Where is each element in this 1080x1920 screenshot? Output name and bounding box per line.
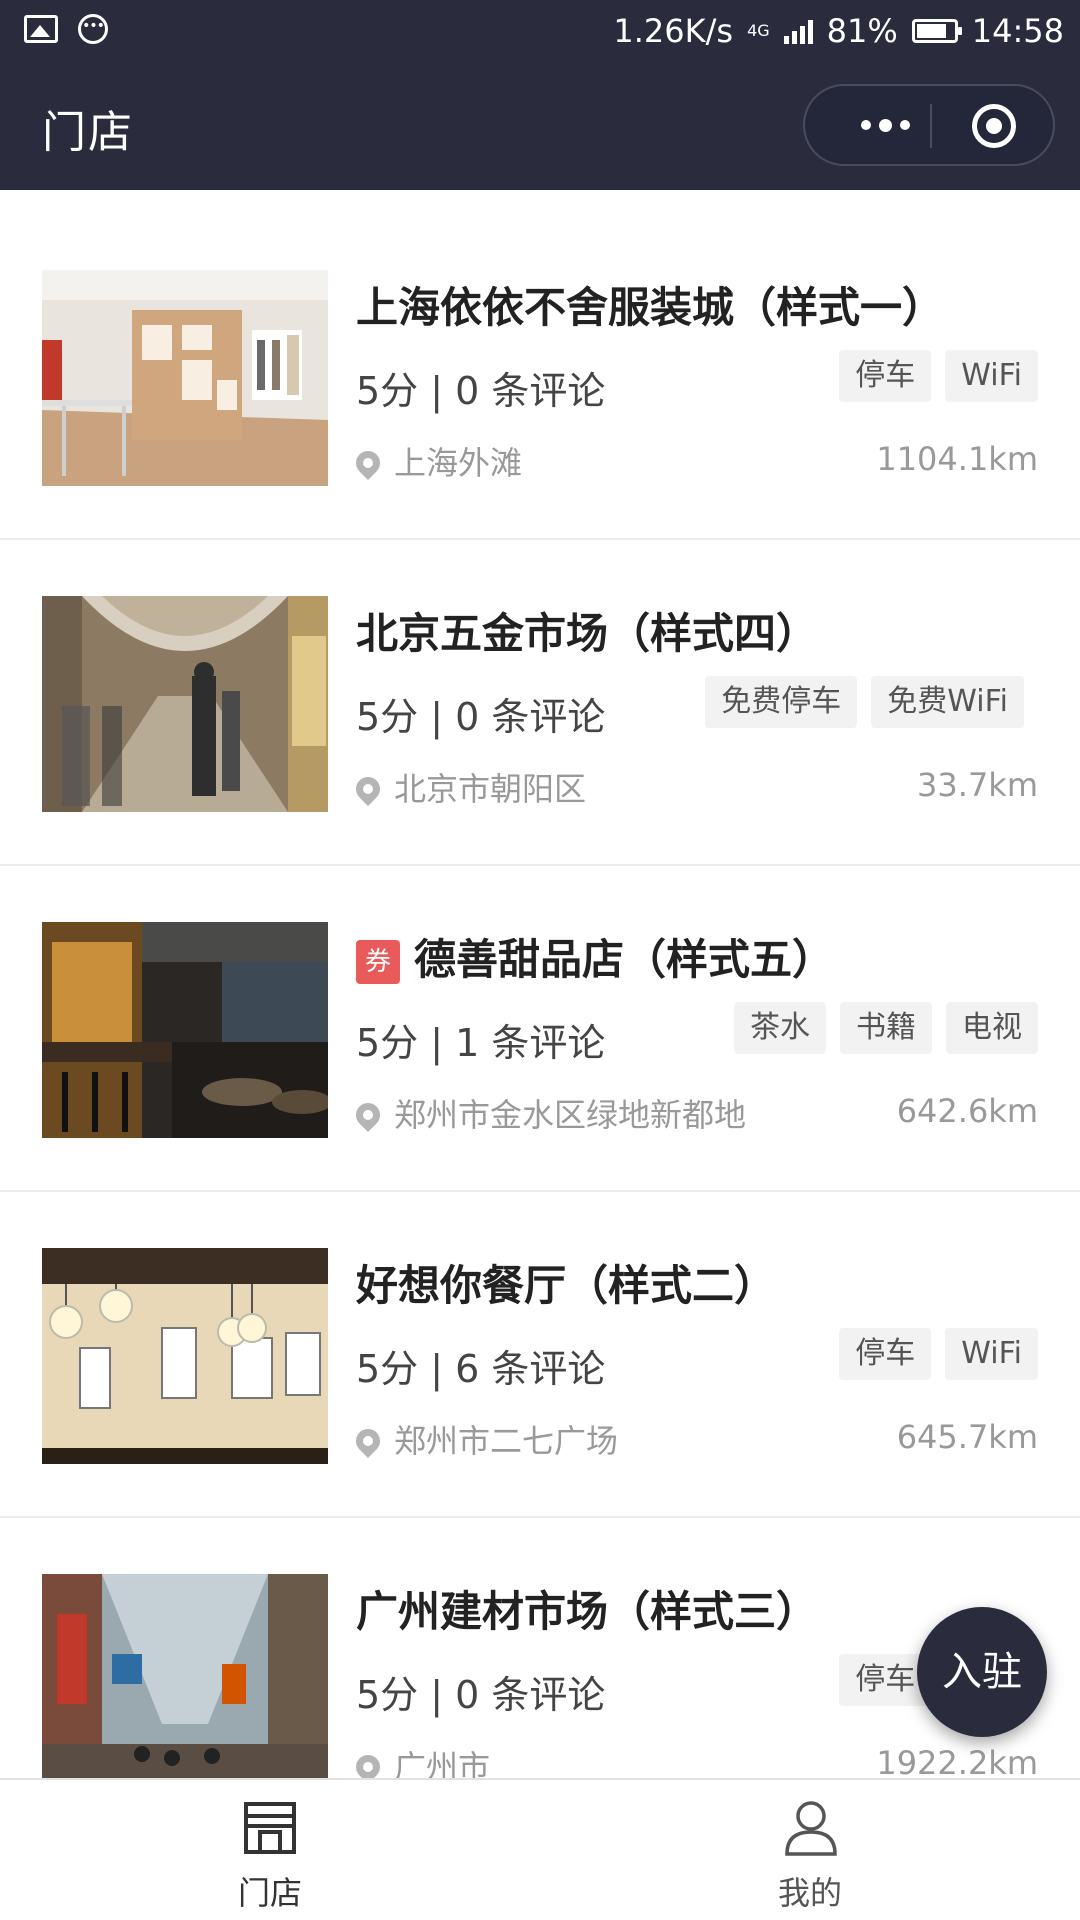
more-dot-icon <box>878 118 892 132</box>
store-thumbnail <box>42 270 328 486</box>
store-distance: 1922.2km <box>876 1744 1038 1778</box>
tag-badge: WiFi <box>945 1328 1038 1380</box>
store-card[interactable]: 广州建材市场（样式三） 5分 | 0 条评论 停车 WiFi 广州市 1922.… <box>0 1518 1080 1778</box>
store-tags: 停车 WiFi <box>839 1328 1038 1380</box>
location-pin-icon <box>351 446 385 480</box>
status-left: ••• <box>24 14 108 44</box>
location-text: 上海外滩 <box>394 444 523 482</box>
store-thumbnail <box>42 1248 328 1464</box>
chat-notification-icon: ••• <box>78 14 108 44</box>
store-card[interactable]: 好想你餐厅（样式二） 5分 | 6 条评论 停车 WiFi 郑州市二七广场 64… <box>0 1192 1080 1518</box>
store-title[interactable]: 上海依依不舍服装城（样式一） <box>356 274 944 335</box>
store-rating: 5分 | 6 条评论 <box>356 1347 606 1391</box>
store-title[interactable]: 广州建材市场（样式三） <box>356 1578 818 1639</box>
store-location: 北京市朝阳区 <box>351 764 587 810</box>
store-thumbnail <box>42 1574 328 1778</box>
store-location: 郑州市二七广场 <box>351 1416 619 1462</box>
more-dot-icon <box>860 120 871 130</box>
store-location: 郑州市金水区绿地新都地 <box>351 1090 747 1136</box>
tag-badge: 电视 <box>946 1002 1038 1054</box>
store-card[interactable]: 券德善甜品店（样式五） 5分 | 1 条评论 茶水 书籍 电视 郑州市金水区绿地… <box>0 866 1080 1192</box>
tab-mine[interactable]: 我的 <box>540 1780 1080 1920</box>
store-rating: 5分 | 0 条评论 <box>356 369 606 413</box>
tag-badge: 茶水 <box>734 1002 826 1054</box>
store-thumbnail <box>42 922 328 1138</box>
store-title[interactable]: 券德善甜品店（样式五） <box>356 926 834 987</box>
store-location: 上海外滩 <box>351 438 523 484</box>
page-title: 门店 <box>42 107 134 158</box>
user-icon <box>785 1801 837 1856</box>
status-bar: ••• 1.26K/s 4G 81% 14:58 <box>0 0 1080 62</box>
store-title-text: 德善甜品店（样式五） <box>414 935 835 984</box>
join-fab-button[interactable]: 入驻 <box>917 1607 1047 1737</box>
store-rating: 5分 | 0 条评论 <box>356 1673 606 1717</box>
store-distance: 33.7km <box>917 766 1038 804</box>
signal-icon <box>783 18 813 44</box>
store-list[interactable]: 上海依依不舍服装城（样式一） 5分 | 0 条评论 停车 WiFi 上海外滩 1… <box>0 190 1080 1778</box>
more-menu-button[interactable] <box>835 86 935 164</box>
store-title[interactable]: 北京五金市场（样式四） <box>356 600 818 661</box>
app-header: ••• 1.26K/s 4G 81% 14:58 门店 <box>0 0 1080 190</box>
tag-badge: 免费WiFi <box>871 676 1024 728</box>
store-card[interactable]: 上海依依不舍服装城（样式一） 5分 | 0 条评论 停车 WiFi 上海外滩 1… <box>0 214 1080 540</box>
store-distance: 1104.1km <box>876 440 1038 478</box>
more-dot-icon <box>899 120 910 130</box>
tag-badge: WiFi <box>945 350 1038 402</box>
location-text: 北京市朝阳区 <box>394 770 587 808</box>
location-pin-icon <box>351 1750 385 1778</box>
status-right: 1.26K/s 4G 81% 14:58 <box>613 6 1064 56</box>
tag-badge: 书籍 <box>840 1002 932 1054</box>
store-rating: 5分 | 0 条评论 <box>356 695 606 739</box>
location-pin-icon <box>351 1424 385 1458</box>
store-distance: 642.6km <box>896 1092 1038 1130</box>
battery-icon <box>911 19 962 43</box>
image-notification-icon <box>24 15 58 43</box>
location-pin-icon <box>351 1098 385 1132</box>
store-title[interactable]: 好想你餐厅（样式二） <box>356 1252 776 1313</box>
store-tags: 停车 WiFi <box>839 350 1038 402</box>
capsule-divider <box>930 104 932 148</box>
mini-program-capsule <box>803 84 1055 166</box>
store-thumbnail <box>42 596 328 812</box>
tab-label: 门店 <box>237 1874 302 1912</box>
close-target-button[interactable] <box>972 104 1016 148</box>
tab-stores[interactable]: 门店 <box>0 1780 540 1920</box>
store-tags: 茶水 书籍 电视 <box>734 1002 1038 1054</box>
clock: 14:58 <box>971 12 1064 50</box>
coupon-badge: 券 <box>356 940 400 984</box>
store-location: 广州市 <box>351 1742 491 1778</box>
location-text: 广州市 <box>394 1748 491 1778</box>
network-speed: 1.26K/s <box>613 12 734 50</box>
store-distance: 645.7km <box>896 1418 1038 1456</box>
location-text: 郑州市二七广场 <box>394 1422 619 1460</box>
tag-badge: 停车 <box>839 350 932 402</box>
store-rating: 5分 | 1 条评论 <box>356 1021 606 1065</box>
store-card[interactable]: 北京五金市场（样式四） 5分 | 0 条评论 免费停车 免费WiFi 北京市朝阳… <box>0 540 1080 866</box>
network-type: 4G <box>747 21 770 40</box>
tag-badge: 免费停车 <box>705 676 858 728</box>
battery-percent: 81% <box>826 12 898 50</box>
location-text: 郑州市金水区绿地新都地 <box>394 1096 747 1134</box>
store-icon <box>244 1802 296 1854</box>
bottom-tab-bar: 门店 我的 <box>0 1778 1080 1920</box>
tag-badge: 停车 <box>839 1328 932 1380</box>
store-tags: 免费停车 免费WiFi <box>705 676 1024 728</box>
location-pin-icon <box>351 772 385 806</box>
tab-label: 我的 <box>777 1874 842 1912</box>
